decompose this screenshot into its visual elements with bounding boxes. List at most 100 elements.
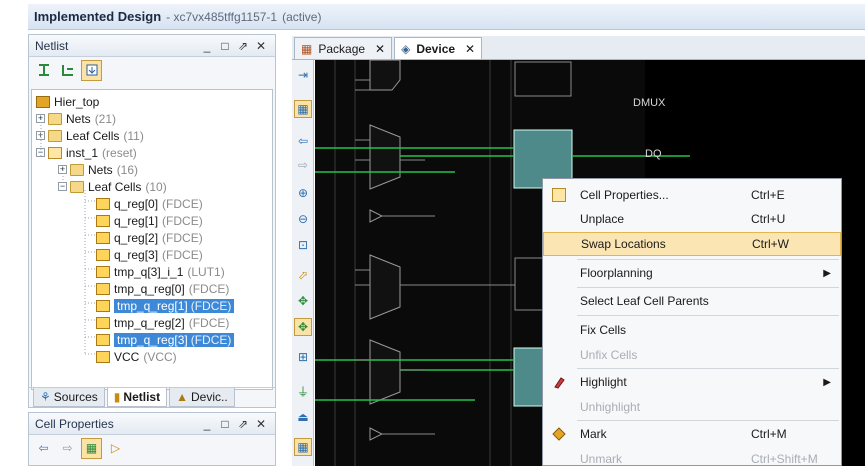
instance-icon — [48, 146, 62, 159]
leaf-cell-type: (LUT1) — [187, 264, 225, 279]
leaf-cell-label: q_reg[1] — [114, 213, 159, 228]
expand-all-button[interactable] — [57, 60, 78, 81]
leaf-cell-item[interactable]: tmp_q_reg[2] (FDCE) — [96, 314, 229, 331]
folder-icon — [48, 129, 62, 142]
leaf-cell-label: tmp_q_reg[2] — [114, 315, 185, 330]
collapse-minus-icon[interactable]: − — [58, 182, 67, 191]
fit-selection-icon[interactable]: ⇥ — [294, 66, 312, 84]
leaf-cell-icon — [96, 248, 110, 261]
move-icon[interactable]: ✥ — [294, 292, 312, 310]
tab-sources[interactable]: ⚘ Sources — [33, 388, 105, 407]
menu-item-unplace[interactable]: Unplace Ctrl+U — [543, 207, 841, 231]
tab-package[interactable]: ▦ Package ✕ — [294, 37, 393, 59]
menu-item-select-leaf-cell-parents[interactable]: Select Leaf Cell Parents — [543, 289, 841, 313]
place-icon[interactable]: ⊞ — [294, 348, 312, 366]
context-menu: Cell Properties... Ctrl+E Unplace Ctrl+U… — [542, 178, 842, 466]
tab-device[interactable]: ◈ Device ✕ — [394, 37, 483, 59]
leaf-cell-icon — [96, 316, 110, 329]
mark-icon — [552, 427, 566, 441]
menu-item-shortcut: Ctrl+W — [752, 237, 789, 251]
restore-icon[interactable]: □ — [217, 417, 233, 431]
expand-plus-icon[interactable]: + — [36, 131, 45, 140]
leaf-cell-type: (FDCE) — [190, 332, 235, 347]
netlist-toolbar — [29, 57, 275, 83]
tree-node-nets[interactable]: + Nets (21) — [36, 110, 116, 127]
menu-item-label: Select Leaf Cell Parents — [580, 294, 709, 308]
leaf-cell-item[interactable]: q_reg[1] (FDCE) — [96, 212, 203, 229]
path-icon[interactable]: ⏚ — [294, 382, 312, 400]
zoom-fit-icon[interactable]: ⊡ — [294, 236, 312, 254]
close-icon[interactable]: ✕ — [465, 42, 475, 56]
tree-node-label: Hier_top — [54, 94, 100, 109]
menu-item-mark[interactable]: Mark Ctrl+M — [543, 422, 841, 446]
leaf-cell-item[interactable]: q_reg[0] (FDCE) — [96, 195, 203, 212]
netlist-tree: Hier_top + Nets (21) + Leaf Cells (11) −… — [31, 89, 273, 390]
menu-item-fix-cells[interactable]: Fix Cells — [543, 318, 841, 342]
leaf-cell-label: q_reg[3] — [114, 247, 159, 262]
zoom-in-icon[interactable]: ⊕ — [294, 184, 312, 202]
tree-node-inst-1[interactable]: − inst_1 (reset) — [36, 144, 137, 161]
expand-all-icon — [61, 65, 73, 76]
menu-item-highlight[interactable]: Highlight ▶ — [543, 370, 841, 394]
menu-item-floorplanning[interactable]: Floorplanning ▶ — [543, 261, 841, 285]
float-icon[interactable]: ⇗ — [235, 417, 251, 431]
zoom-out-icon[interactable]: ⊖ — [294, 210, 312, 228]
tab-netlist[interactable]: ▮ Netlist — [106, 388, 168, 407]
menu-item-unhighlight: Unhighlight — [543, 395, 841, 419]
float-icon[interactable]: ⇗ — [235, 39, 251, 53]
leaf-cell-item[interactable]: VCC (VCC) — [96, 348, 177, 365]
select-mode-icon[interactable]: ▦ — [294, 100, 312, 118]
folder-icon — [70, 163, 84, 176]
close-icon[interactable]: ✕ — [375, 42, 385, 56]
menu-item-cell-properties[interactable]: Cell Properties... Ctrl+E — [543, 183, 841, 207]
close-icon[interactable]: ✕ — [253, 39, 269, 53]
menu-separator — [577, 315, 839, 316]
tree-node-leaf-cells[interactable]: + Leaf Cells (11) — [36, 127, 144, 144]
leaf-cell-item-selected[interactable]: tmp_q_reg[1] (FDCE) — [96, 297, 235, 314]
tree-node-inst-nets[interactable]: + Nets (16) — [58, 161, 138, 178]
close-icon[interactable]: ✕ — [253, 417, 269, 431]
sources-icon: ⚘ — [40, 390, 51, 404]
netlist-panel: Netlist _ □ ⇗ ✕ Hier_top + Nets (21) + L… — [28, 34, 276, 408]
menu-item-unfix-cells: Unfix Cells — [543, 343, 841, 367]
leaf-cell-type: (FDCE) — [190, 298, 235, 313]
leaf-cell-type: (FDCE) — [188, 281, 230, 296]
leaf-cell-item[interactable]: q_reg[3] (FDCE) — [96, 246, 203, 263]
minimize-icon[interactable]: _ — [199, 39, 215, 53]
collapse-all-button[interactable] — [33, 60, 54, 81]
leaf-cell-item[interactable]: q_reg[2] (FDCE) — [96, 229, 203, 246]
forward-arrow-icon[interactable]: ⇨ — [57, 438, 78, 459]
expand-plus-icon[interactable]: + — [36, 114, 45, 123]
menu-item-shortcut: Ctrl+Shift+M — [751, 452, 818, 466]
back-arrow-icon[interactable]: ⇦ — [33, 438, 54, 459]
tab-device[interactable]: ▲ Devic.. — [169, 388, 235, 407]
back-arrow-icon[interactable]: ⇦ — [294, 132, 312, 150]
cursor-icon[interactable]: ▷ — [105, 438, 126, 459]
leaf-cell-label: q_reg[2] — [114, 230, 159, 245]
expand-plus-icon[interactable]: + — [58, 165, 67, 174]
tree-node-inst-leaf-cells[interactable]: − Leaf Cells (10) — [58, 178, 167, 195]
leaf-cell-type: (FDCE) — [162, 196, 203, 211]
tree-node-meta: (reset) — [102, 145, 137, 160]
leaf-cell-item[interactable]: tmp_q[3]_i_1 (LUT1) — [96, 263, 225, 280]
forward-arrow-icon[interactable]: ⇨ — [294, 156, 312, 174]
show-cells-toggle[interactable] — [81, 59, 102, 81]
select-cursor-icon[interactable]: ⬀ — [294, 266, 312, 284]
properties-toggle-icon[interactable]: ▦ — [81, 437, 102, 459]
leaf-cell-item-selected[interactable]: tmp_q_reg[3] (FDCE) — [96, 331, 235, 348]
menu-separator — [577, 259, 839, 260]
collapse-minus-icon[interactable]: − — [36, 148, 45, 157]
menu-item-swap-locations[interactable]: Swap Locations Ctrl+W — [543, 232, 841, 256]
leaf-cell-icon — [96, 214, 110, 227]
leaf-cell-item[interactable]: tmp_q_reg[0] (FDCE) — [96, 280, 229, 297]
pin-icon[interactable]: ⏏ — [294, 408, 312, 426]
leaf-cell-icon — [96, 282, 110, 295]
menu-item-label: Unhighlight — [580, 400, 641, 414]
minimize-icon[interactable]: _ — [199, 417, 215, 431]
route-icon[interactable]: ✥ — [294, 318, 312, 336]
tree-node-hier-top[interactable]: Hier_top — [36, 93, 99, 110]
cell-properties-toolbar: ⇦ ⇨ ▦ ▷ — [29, 435, 275, 461]
grid-icon[interactable]: ▦ — [294, 438, 312, 456]
menu-item-shortcut: Ctrl+E — [751, 188, 785, 202]
restore-icon[interactable]: □ — [217, 39, 233, 53]
